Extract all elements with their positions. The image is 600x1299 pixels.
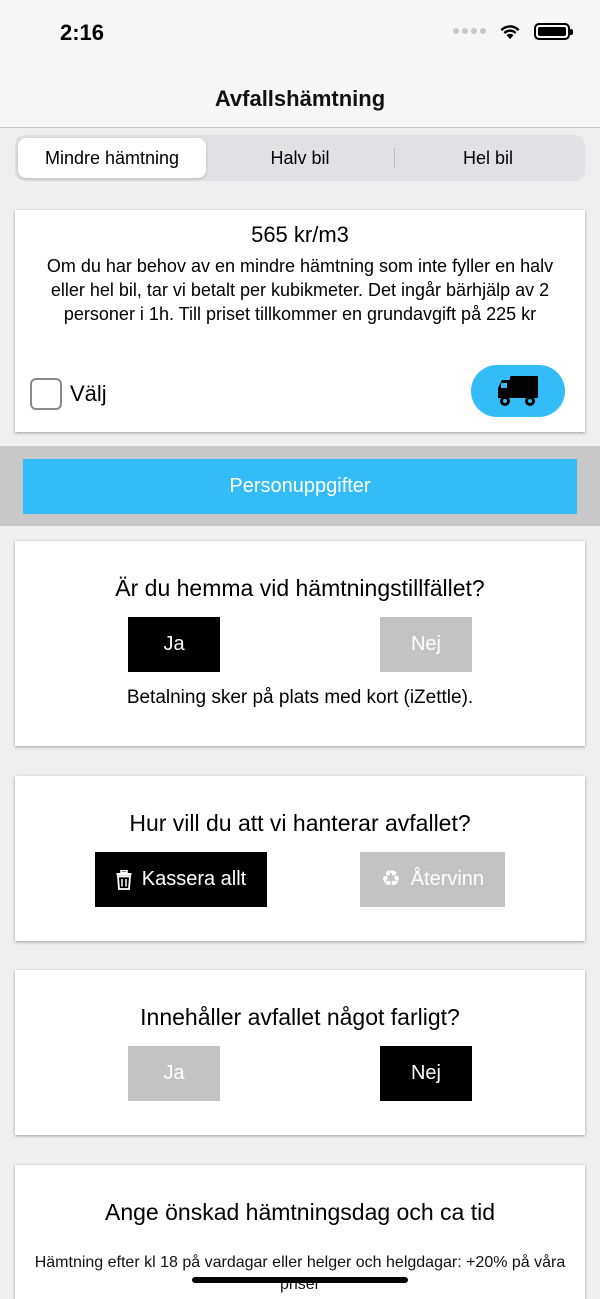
wifi-icon <box>500 25 520 39</box>
select-checkbox[interactable] <box>30 378 62 410</box>
signal-icon <box>453 28 486 34</box>
recycle-button[interactable]: ♻ Återvinn <box>360 852 505 907</box>
segment-hel-bil[interactable]: Hel bil <box>394 138 582 178</box>
truck-button[interactable] <box>471 365 565 417</box>
navigation-bar: Avfallshämtning <box>0 70 600 128</box>
home-question-card: Är du hemma vid hämtningstillfället? Ja … <box>15 541 585 746</box>
pricing-card: 565 kr/m3 Om du har behov av en mindre h… <box>15 210 585 432</box>
discard-all-label: Kassera allt <box>141 868 247 890</box>
status-icons <box>453 22 573 40</box>
status-bar: 2:16 <box>0 0 600 70</box>
hazard-yes-button[interactable]: Ja <box>128 1046 220 1101</box>
select-label: Välj <box>70 381 107 406</box>
select-row[interactable]: Välj <box>30 378 107 410</box>
waste-question-card: Hur vill du att vi hanterar avfallet? Ka… <box>15 776 585 941</box>
personal-info-button[interactable]: Personuppgifter <box>23 459 577 514</box>
home-question-title: Är du hemma vid hämtningstillfället? <box>115 575 485 601</box>
home-no-button[interactable]: Nej <box>380 617 472 672</box>
page-title: Avfallshämtning <box>214 85 386 111</box>
segment-mindre-hamtning[interactable]: Mindre hämtning <box>18 138 206 178</box>
payment-note: Betalning sker på plats med kort (iZettl… <box>126 687 474 708</box>
recycle-icon: ♻ <box>380 867 401 892</box>
pricing-description: Om du har behov av en mindre hämtning so… <box>46 256 554 324</box>
home-indicator[interactable] <box>192 1277 408 1283</box>
trash-icon <box>116 869 132 890</box>
segment-halv-bil[interactable]: Halv bil <box>206 138 394 178</box>
hazard-question-title: Innehåller avfallet något farligt? <box>140 1004 460 1030</box>
home-yes-button[interactable]: Ja <box>128 617 220 672</box>
hazard-question-card: Innehåller avfallet något farligt? Ja Ne… <box>15 970 585 1135</box>
evening-surcharge-note: Hämtning efter kl 18 på vardagar eller h… <box>34 1254 566 1293</box>
hazard-no-button[interactable]: Nej <box>380 1046 472 1101</box>
waste-question-title: Hur vill du att vi hanterar avfallet? <box>129 810 471 836</box>
recycle-label: Återvinn <box>410 868 485 890</box>
battery-icon <box>534 22 573 40</box>
price-label: 565 kr/m3 <box>251 222 349 247</box>
discard-all-button[interactable]: Kassera allt <box>95 852 267 907</box>
pickup-size-segmented-control: Mindre hämtning Halv bil Hel bil <box>15 135 585 181</box>
truck-icon <box>498 376 538 406</box>
status-time: 2:16 <box>60 20 105 45</box>
date-title: Ange önskad hämtningsdag och ca tid <box>105 1199 495 1225</box>
